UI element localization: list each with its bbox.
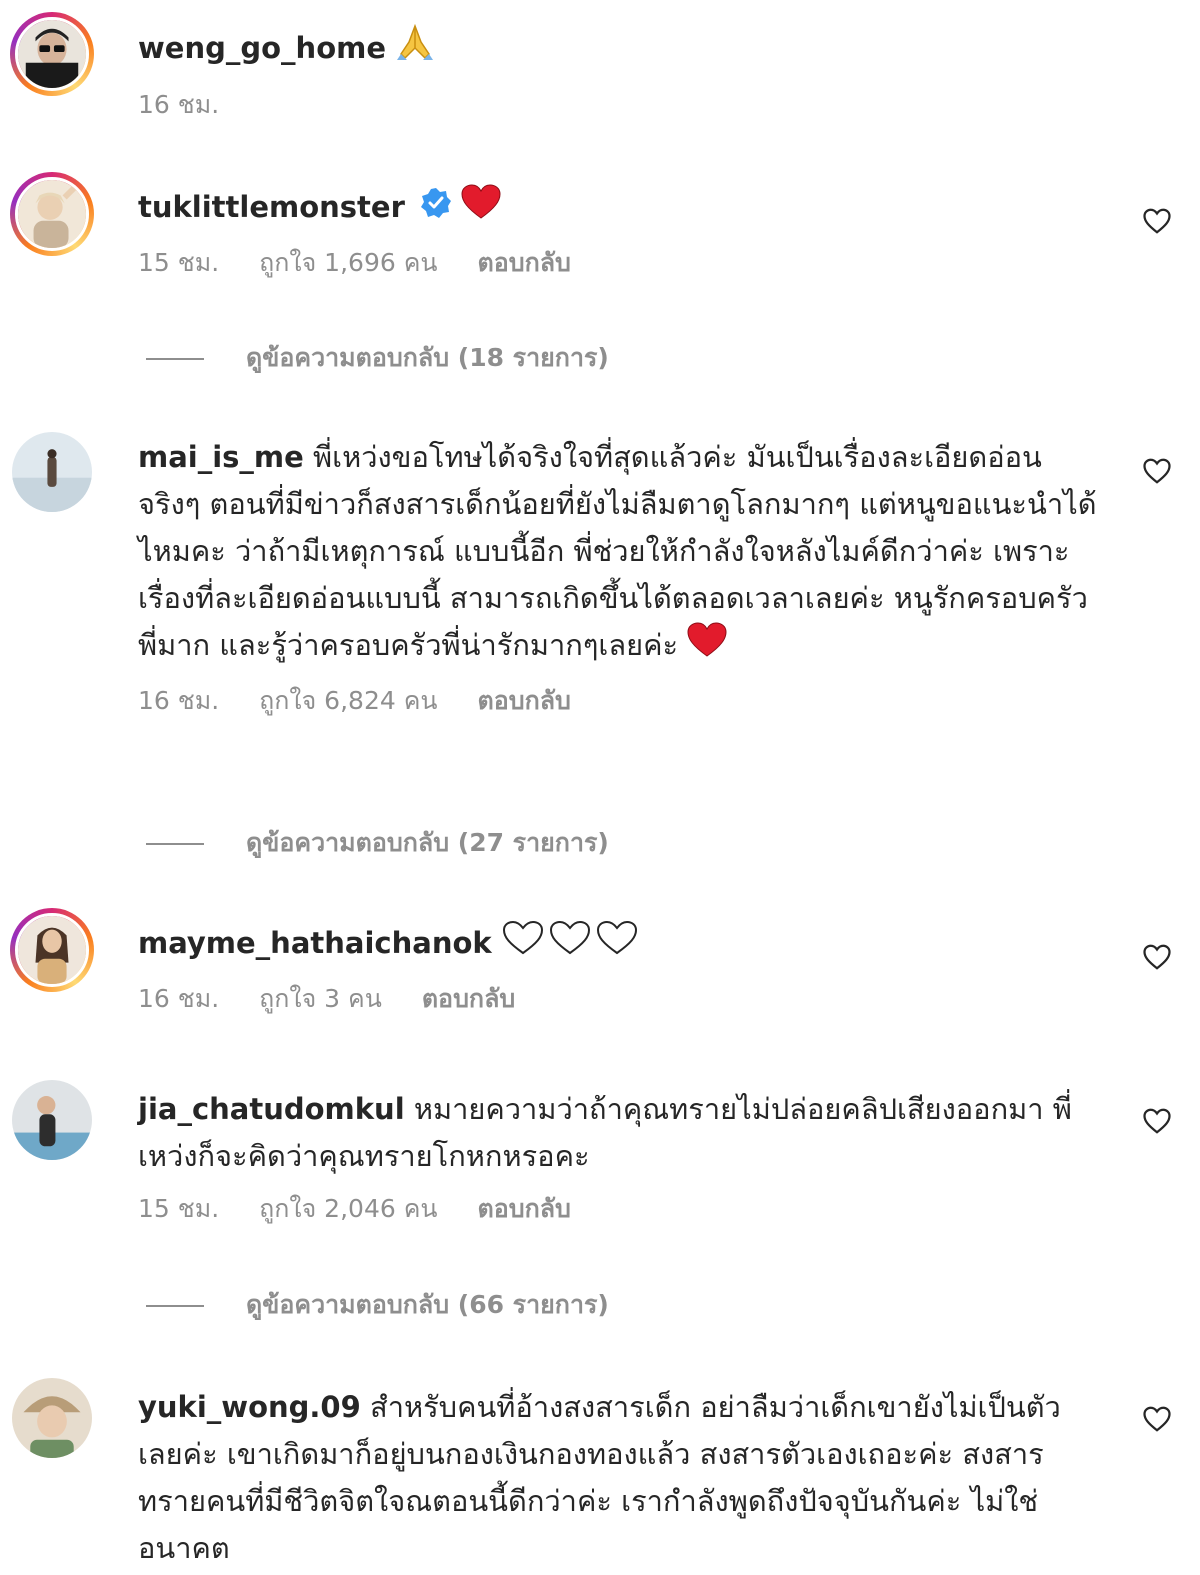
reply-button[interactable]: ตอบกลับ	[477, 1194, 570, 1223]
like-heart-icon[interactable]	[1142, 1106, 1172, 1136]
divider-line	[146, 1305, 204, 1307]
view-replies-button[interactable]: ดูข้อความตอบกลับ (66 รายการ)	[146, 1285, 609, 1325]
verified-badge-icon	[420, 186, 452, 233]
red-heart-icon	[687, 622, 727, 672]
comment-username[interactable]: mai_is_me	[138, 440, 304, 474]
like-heart-icon[interactable]	[1142, 456, 1172, 486]
comment-time: 15 ชม.	[138, 248, 220, 277]
reply-button[interactable]: ตอบกลับ	[477, 248, 570, 277]
like-heart-icon[interactable]	[1142, 1404, 1172, 1434]
view-replies-label: ดูข้อความตอบกลับ (66 รายการ)	[246, 1290, 609, 1319]
reply-button[interactable]: ตอบกลับ	[477, 686, 570, 715]
avatar[interactable]	[12, 1378, 92, 1458]
divider-line	[146, 843, 204, 845]
comment-likes[interactable]: ถูกใจ 3 คน	[259, 984, 382, 1013]
like-heart-icon[interactable]	[1142, 942, 1172, 972]
view-replies-button[interactable]: ดูข้อความตอบกลับ (18 รายการ)	[146, 338, 609, 378]
avatar[interactable]	[12, 432, 92, 512]
comment-username[interactable]: mayme_hathaichanok	[138, 926, 492, 960]
avatar[interactable]	[10, 172, 94, 256]
white-heart-icon	[501, 920, 639, 970]
comment-time: 15 ชม.	[138, 1194, 220, 1223]
comment-likes[interactable]: ถูกใจ 1,696 คน	[259, 248, 437, 277]
view-replies-label: ดูข้อความตอบกลับ (27 รายการ)	[246, 828, 609, 857]
comment-username[interactable]: weng_go_home	[138, 31, 386, 65]
comment-meta: 15 ชม. ถูกใจ 2,046 คน ตอบกลับ	[138, 1192, 1104, 1226]
view-replies-button[interactable]: ดูข้อความตอบกลับ (27 รายการ)	[146, 823, 609, 863]
comment-username[interactable]: jia_chatudomkul	[138, 1092, 405, 1126]
red-heart-icon	[461, 184, 501, 234]
comment-meta: 15 ชม. ถูกใจ 1,696 คน ตอบกลับ	[138, 246, 1104, 280]
like-heart-icon[interactable]	[1142, 206, 1172, 236]
avatar[interactable]	[10, 12, 94, 96]
avatar[interactable]	[12, 1080, 92, 1160]
comments-feed: weng_go_home 16 ชม. tuklittlemonster 15 …	[0, 0, 1200, 1575]
comment-likes[interactable]: ถูกใจ 6,824 คน	[259, 686, 437, 715]
comment-time: 16 ชม.	[138, 984, 220, 1013]
comment-username[interactable]: tuklittlemonster	[138, 190, 405, 224]
view-replies-label: ดูข้อความตอบกลับ (18 รายการ)	[246, 343, 609, 372]
comment-meta: 16 ชม.	[138, 88, 1104, 122]
comment-meta: 16 ชม. ถูกใจ 3 คน ตอบกลับ	[138, 982, 1104, 1016]
comment-time: 16 ชม.	[138, 686, 220, 715]
comment-time: 16 ชม.	[138, 90, 220, 119]
comment-username[interactable]: yuki_wong.09	[138, 1390, 361, 1424]
avatar[interactable]	[10, 908, 94, 992]
divider-line	[146, 358, 204, 360]
comment-meta: 16 ชม. ถูกใจ 6,824 คน ตอบกลับ	[138, 684, 1104, 718]
comment-likes[interactable]: ถูกใจ 2,046 คน	[259, 1194, 437, 1223]
folded-hands-icon	[395, 23, 435, 76]
reply-button[interactable]: ตอบกลับ	[422, 984, 515, 1013]
